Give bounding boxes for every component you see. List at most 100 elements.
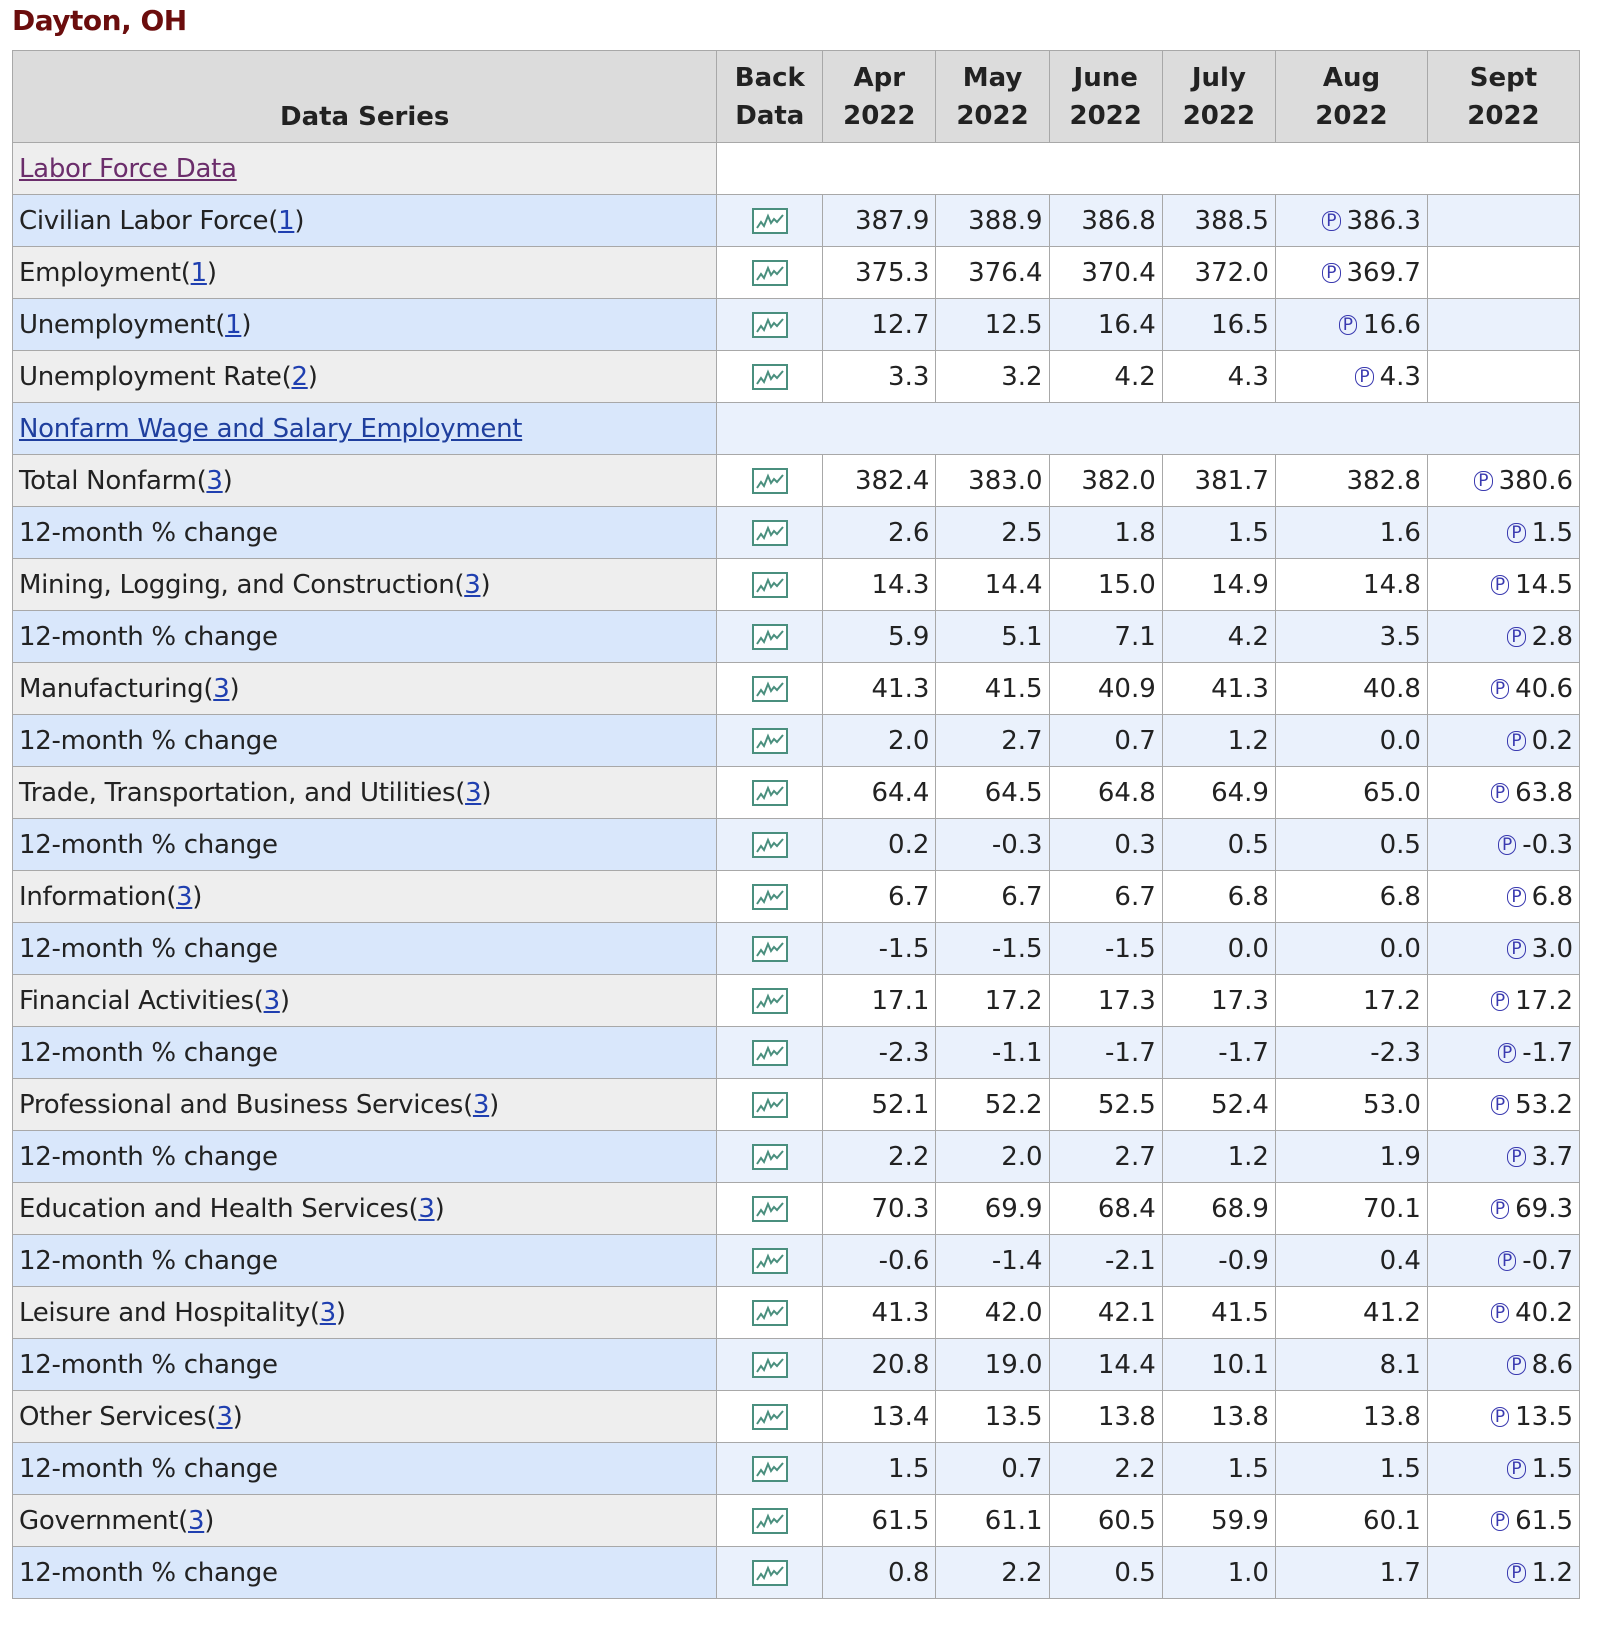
value-text: 40.9 bbox=[1097, 673, 1156, 704]
footnote-link[interactable]: 3 bbox=[418, 1194, 435, 1224]
header-year-label: 2022 bbox=[843, 100, 916, 131]
footnote-link[interactable]: 3 bbox=[264, 986, 281, 1016]
preliminary-p-icon[interactable]: P bbox=[1490, 1510, 1510, 1531]
value-cell: 3.2 bbox=[935, 350, 1050, 403]
value-text: 13.4 bbox=[871, 1401, 930, 1432]
table-row: 12-month % change 1.5 0.7 2.2 1.5 1.5 P 1.5 bbox=[11, 1442, 1581, 1495]
chart-line-icon[interactable] bbox=[751, 1092, 788, 1118]
preliminary-p-icon[interactable]: P bbox=[1507, 522, 1526, 543]
footnote-link[interactable]: 3 bbox=[473, 1090, 490, 1120]
preliminary-p-icon[interactable]: P bbox=[1507, 1146, 1526, 1167]
footnote-link[interactable]: 3 bbox=[465, 778, 482, 808]
preliminary-p-icon[interactable]: P bbox=[1322, 210, 1341, 231]
preliminary-p-icon[interactable]: P bbox=[1498, 1250, 1517, 1271]
value-cell: 4.2 bbox=[1048, 350, 1163, 403]
footnote-link[interactable]: 1 bbox=[191, 258, 208, 288]
value-text: 0.7 bbox=[1001, 1453, 1043, 1484]
footnote-link[interactable]: 3 bbox=[216, 1402, 233, 1432]
preliminary-p-icon[interactable]: P bbox=[1507, 1458, 1526, 1479]
chart-line-icon[interactable] bbox=[751, 260, 788, 286]
value-text: 64.5 bbox=[984, 777, 1043, 808]
value-text: 0.7 bbox=[1114, 725, 1156, 756]
chart-line-icon[interactable] bbox=[751, 1248, 788, 1274]
chart-line-icon[interactable] bbox=[751, 884, 788, 910]
chart-line-icon[interactable] bbox=[751, 572, 788, 598]
section-link[interactable]: Labor Force Data bbox=[19, 154, 237, 184]
footnote-link[interactable]: 3 bbox=[176, 882, 193, 912]
footnote-link[interactable]: 3 bbox=[206, 466, 223, 496]
preliminary-p-icon[interactable]: P bbox=[1498, 1042, 1517, 1063]
chart-line-icon[interactable] bbox=[751, 1508, 788, 1534]
value-cell: P 2.8 bbox=[1426, 610, 1581, 663]
preliminary-p-icon[interactable]: P bbox=[1338, 314, 1358, 335]
preliminary-p-icon[interactable]: P bbox=[1490, 1302, 1510, 1323]
series-cell: Professional and Business Services(3) bbox=[11, 1078, 718, 1131]
section-link[interactable]: Nonfarm Wage and Salary Employment bbox=[19, 414, 522, 444]
chart-line-icon[interactable] bbox=[751, 624, 788, 650]
preliminary-p-icon[interactable]: P bbox=[1490, 990, 1510, 1011]
back-data-cell bbox=[716, 1442, 824, 1495]
chart-line-icon[interactable] bbox=[751, 676, 788, 702]
series-label: Unemployment bbox=[19, 309, 216, 340]
preliminary-p-icon[interactable]: P bbox=[1507, 1354, 1526, 1375]
preliminary-p-icon[interactable]: P bbox=[1490, 782, 1510, 803]
footnote-link[interactable]: 3 bbox=[464, 570, 481, 600]
value-text: -1.5 bbox=[878, 933, 930, 964]
preliminary-p-icon[interactable]: P bbox=[1490, 1406, 1510, 1427]
footnote-link[interactable]: 2 bbox=[291, 362, 308, 392]
footnote-link[interactable]: 1 bbox=[278, 206, 295, 236]
preliminary-p-icon[interactable]: P bbox=[1507, 730, 1526, 751]
footnote-link[interactable]: 1 bbox=[225, 310, 242, 340]
chart-line-icon[interactable] bbox=[751, 780, 788, 806]
chart-line-icon[interactable] bbox=[751, 1404, 788, 1430]
preliminary-p-icon[interactable]: P bbox=[1474, 470, 1493, 491]
chart-line-icon[interactable] bbox=[751, 832, 788, 858]
value-cell: P 4.3 bbox=[1274, 350, 1428, 403]
chart-line-icon[interactable] bbox=[751, 468, 788, 494]
chart-line-icon[interactable] bbox=[751, 988, 788, 1014]
value-text: 52.4 bbox=[1211, 1089, 1269, 1120]
chart-line-icon[interactable] bbox=[751, 1196, 788, 1222]
chart-line-icon[interactable] bbox=[751, 1040, 788, 1066]
chart-line-icon[interactable] bbox=[751, 364, 788, 390]
footnote-paren: ) bbox=[434, 1193, 445, 1224]
preliminary-p-icon[interactable]: P bbox=[1507, 626, 1526, 647]
value-text: 2.2 bbox=[888, 1141, 930, 1172]
footnote-link[interactable]: 3 bbox=[320, 1298, 337, 1328]
preliminary-p-icon[interactable]: P bbox=[1507, 938, 1526, 959]
value-cell: 59.9 bbox=[1161, 1494, 1276, 1547]
chart-line-icon[interactable] bbox=[751, 520, 788, 546]
preliminary-p-icon[interactable]: P bbox=[1507, 1562, 1526, 1583]
footnote-paren: ) bbox=[335, 1297, 346, 1328]
value-cell: P 40.6 bbox=[1426, 662, 1581, 715]
value-cell: P 6.8 bbox=[1426, 870, 1581, 923]
chart-line-icon[interactable] bbox=[751, 312, 788, 338]
chart-line-icon[interactable] bbox=[751, 728, 788, 754]
preliminary-p-icon[interactable]: P bbox=[1490, 1198, 1510, 1219]
preliminary-p-icon[interactable]: P bbox=[1322, 262, 1341, 283]
value-text: 14.3 bbox=[871, 569, 930, 600]
chart-line-icon[interactable] bbox=[751, 936, 788, 962]
value-text: 16.5 bbox=[1211, 309, 1269, 340]
preliminary-p-icon[interactable]: P bbox=[1490, 1094, 1510, 1115]
value-text: 1.8 bbox=[1114, 517, 1156, 548]
chart-line-icon[interactable] bbox=[751, 1456, 788, 1482]
footnote-link[interactable]: 3 bbox=[188, 1506, 205, 1536]
chart-line-icon[interactable] bbox=[751, 1300, 788, 1326]
back-data-cell bbox=[716, 870, 824, 923]
chart-line-icon[interactable] bbox=[751, 208, 788, 234]
preliminary-p-icon[interactable]: P bbox=[1490, 678, 1510, 699]
chart-line-icon[interactable] bbox=[751, 1560, 788, 1586]
preliminary-p-icon[interactable]: P bbox=[1355, 366, 1374, 387]
preliminary-p-icon[interactable]: P bbox=[1507, 886, 1526, 907]
preliminary-p-icon[interactable]: P bbox=[1498, 834, 1517, 855]
series-cell: Financial Activities(3) bbox=[11, 974, 718, 1027]
chart-line-icon[interactable] bbox=[751, 1352, 788, 1378]
value-text: -0.6 bbox=[878, 1245, 930, 1276]
chart-line-icon[interactable] bbox=[751, 1144, 788, 1170]
data-table: Data Series Back Data Apr 2022 May 2022 Ju… bbox=[11, 50, 1581, 1599]
footnote-link[interactable]: 3 bbox=[213, 674, 230, 704]
preliminary-p-icon[interactable]: P bbox=[1490, 574, 1510, 595]
footnote-paren: ) bbox=[204, 1505, 215, 1536]
value-cell: 376.4 bbox=[935, 246, 1050, 299]
